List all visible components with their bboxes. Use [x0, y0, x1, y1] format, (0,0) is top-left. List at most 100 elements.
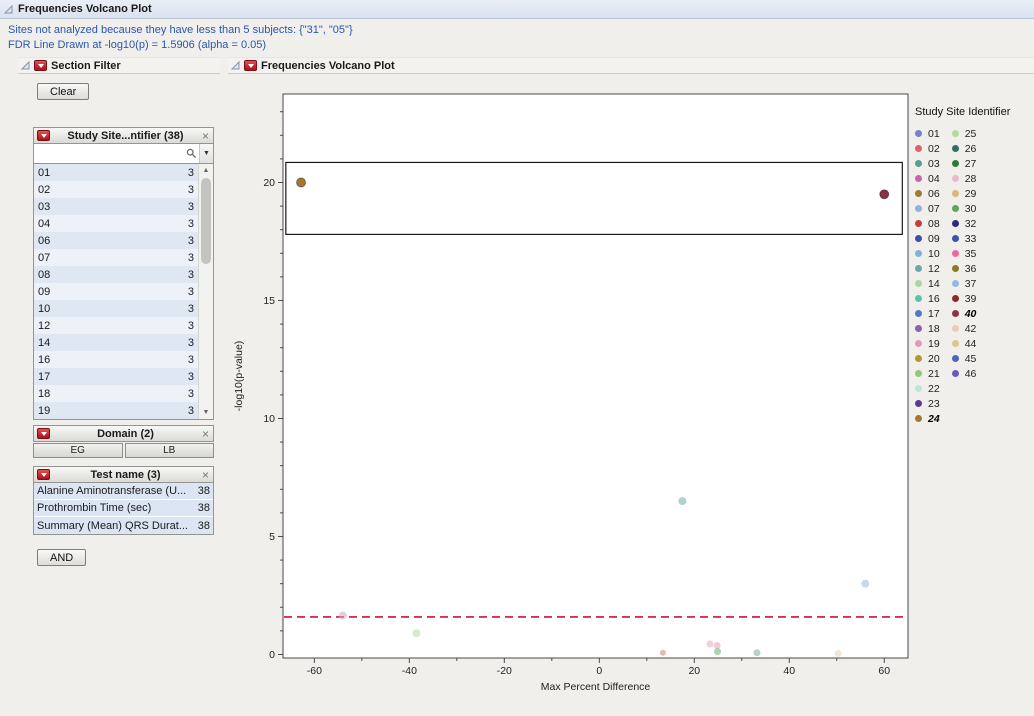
message-area: Sites not analyzed because they have les…: [0, 19, 1034, 57]
legend-item[interactable]: 18: [915, 321, 940, 336]
search-input[interactable]: [34, 148, 183, 160]
svg-text:20: 20: [688, 665, 700, 677]
filter-list-item[interactable]: 083: [34, 266, 198, 283]
scatter-point: [660, 650, 666, 656]
test-name-item[interactable]: Summary (Mean) QRS Durat...38: [34, 517, 213, 534]
chevron-down-icon[interactable]: ▼: [199, 144, 213, 163]
menu-button-icon[interactable]: [244, 60, 257, 71]
legend-item[interactable]: 23: [915, 396, 940, 411]
legend-item[interactable]: 45: [952, 351, 977, 366]
legend-swatch: [952, 250, 959, 257]
filter-list-item[interactable]: 173: [34, 368, 198, 385]
test-name-item[interactable]: Alanine Aminotransferase (U...38: [34, 483, 213, 500]
legend-item[interactable]: 44: [952, 336, 977, 351]
scrollbar-thumb[interactable]: [201, 178, 211, 264]
legend-item[interactable]: 33: [952, 231, 977, 246]
legend-item[interactable]: 20: [915, 351, 940, 366]
test-name-label: Alanine Aminotransferase (U...: [37, 485, 198, 497]
legend-item[interactable]: 40: [952, 306, 977, 321]
close-icon[interactable]: ×: [201, 469, 210, 481]
filter-list-item[interactable]: 123: [34, 317, 198, 334]
legend-item[interactable]: 26: [952, 141, 977, 156]
filter-list-item[interactable]: 093: [34, 283, 198, 300]
disclosure-triangle-icon[interactable]: [21, 61, 30, 70]
legend-item[interactable]: 06: [915, 186, 940, 201]
y-axis-title: -log10(p-value): [233, 341, 245, 412]
scroll-up-icon[interactable]: ▲: [199, 164, 213, 177]
legend-item[interactable]: 46: [952, 366, 977, 381]
domain-button-eg[interactable]: EG: [33, 443, 123, 458]
legend-item[interactable]: 21: [915, 366, 940, 381]
legend-item[interactable]: 30: [952, 201, 977, 216]
test-name-label: Summary (Mean) QRS Durat...: [37, 520, 198, 532]
disclosure-triangle-icon[interactable]: [4, 5, 13, 14]
legend-item[interactable]: 25: [952, 126, 977, 141]
filter-list-item[interactable]: 143: [34, 334, 198, 351]
legend-item[interactable]: 16: [915, 291, 940, 306]
legend-item[interactable]: 07: [915, 201, 940, 216]
legend-item[interactable]: 17: [915, 306, 940, 321]
legend-item[interactable]: 27: [952, 156, 977, 171]
search-icon[interactable]: [183, 148, 199, 159]
legend-item[interactable]: 29: [952, 186, 977, 201]
scroll-down-icon[interactable]: ▼: [199, 406, 213, 419]
filter-list-item[interactable]: 063: [34, 232, 198, 249]
legend-item[interactable]: 22: [915, 381, 940, 396]
legend-label: 21: [928, 368, 940, 380]
legend-item[interactable]: 14: [915, 276, 940, 291]
legend-label: 45: [965, 353, 977, 365]
legend-item[interactable]: 39: [952, 291, 977, 306]
legend-swatch: [915, 205, 922, 212]
legend-item[interactable]: 04: [915, 171, 940, 186]
legend-item[interactable]: 09: [915, 231, 940, 246]
menu-button-icon[interactable]: [34, 60, 47, 71]
and-button[interactable]: AND: [37, 549, 86, 566]
menu-button-icon[interactable]: [37, 428, 50, 439]
legend-swatch: [952, 340, 959, 347]
close-icon[interactable]: ×: [201, 428, 210, 440]
message-line-fdr: FDR Line Drawn at -log10(p) = 1.5906 (al…: [8, 38, 1034, 53]
filter-list-item[interactable]: 163: [34, 351, 198, 368]
legend-item[interactable]: 12: [915, 261, 940, 276]
legend-swatch: [915, 265, 922, 272]
legend-item[interactable]: 03: [915, 156, 940, 171]
legend-item[interactable]: 19: [915, 336, 940, 351]
legend-item[interactable]: 28: [952, 171, 977, 186]
menu-button-icon[interactable]: [37, 469, 50, 480]
legend-item[interactable]: 02: [915, 141, 940, 156]
filter-list-item[interactable]: 183: [34, 385, 198, 402]
legend-item[interactable]: 32: [952, 216, 977, 231]
filter-list-item[interactable]: 023: [34, 181, 198, 198]
legend-label: 36: [965, 263, 977, 275]
menu-button-icon[interactable]: [37, 130, 50, 141]
filter-list-item[interactable]: 193: [34, 402, 198, 419]
study-site-list: 0130230330430630730830931031231431631731…: [33, 164, 214, 420]
legend-swatch: [952, 370, 959, 377]
disclosure-triangle-icon[interactable]: [231, 61, 240, 70]
legend-label: 10: [928, 248, 940, 260]
legend-item[interactable]: 01: [915, 126, 940, 141]
clear-button[interactable]: Clear: [37, 83, 89, 100]
legend-item[interactable]: 08: [915, 216, 940, 231]
legend-label: 16: [928, 293, 940, 305]
filter-list-item[interactable]: 033: [34, 198, 198, 215]
scrollbar[interactable]: ▲ ▼: [198, 164, 213, 419]
legend-item[interactable]: 10: [915, 246, 940, 261]
filter-list-item[interactable]: 043: [34, 215, 198, 232]
filter-list-item[interactable]: 103: [34, 300, 198, 317]
scrollbar-track[interactable]: [199, 177, 213, 406]
legend-item[interactable]: 24: [915, 411, 940, 426]
svg-text:0: 0: [596, 665, 602, 677]
volcano-plot-svg[interactable]: -60-40-20020406005101520Max Percent Diff…: [228, 74, 918, 706]
legend-item[interactable]: 36: [952, 261, 977, 276]
close-icon[interactable]: ×: [201, 130, 210, 142]
legend-item[interactable]: 37: [952, 276, 977, 291]
filter-list-item[interactable]: 013: [34, 164, 198, 181]
legend-label: 08: [928, 218, 940, 230]
filter-list-item[interactable]: 073: [34, 249, 198, 266]
domain-button-lb[interactable]: LB: [125, 443, 215, 458]
legend-item[interactable]: 35: [952, 246, 977, 261]
test-name-item[interactable]: Prothrombin Time (sec)38: [34, 500, 213, 517]
legend-item[interactable]: 42: [952, 321, 977, 336]
legend-label: 17: [928, 308, 940, 320]
